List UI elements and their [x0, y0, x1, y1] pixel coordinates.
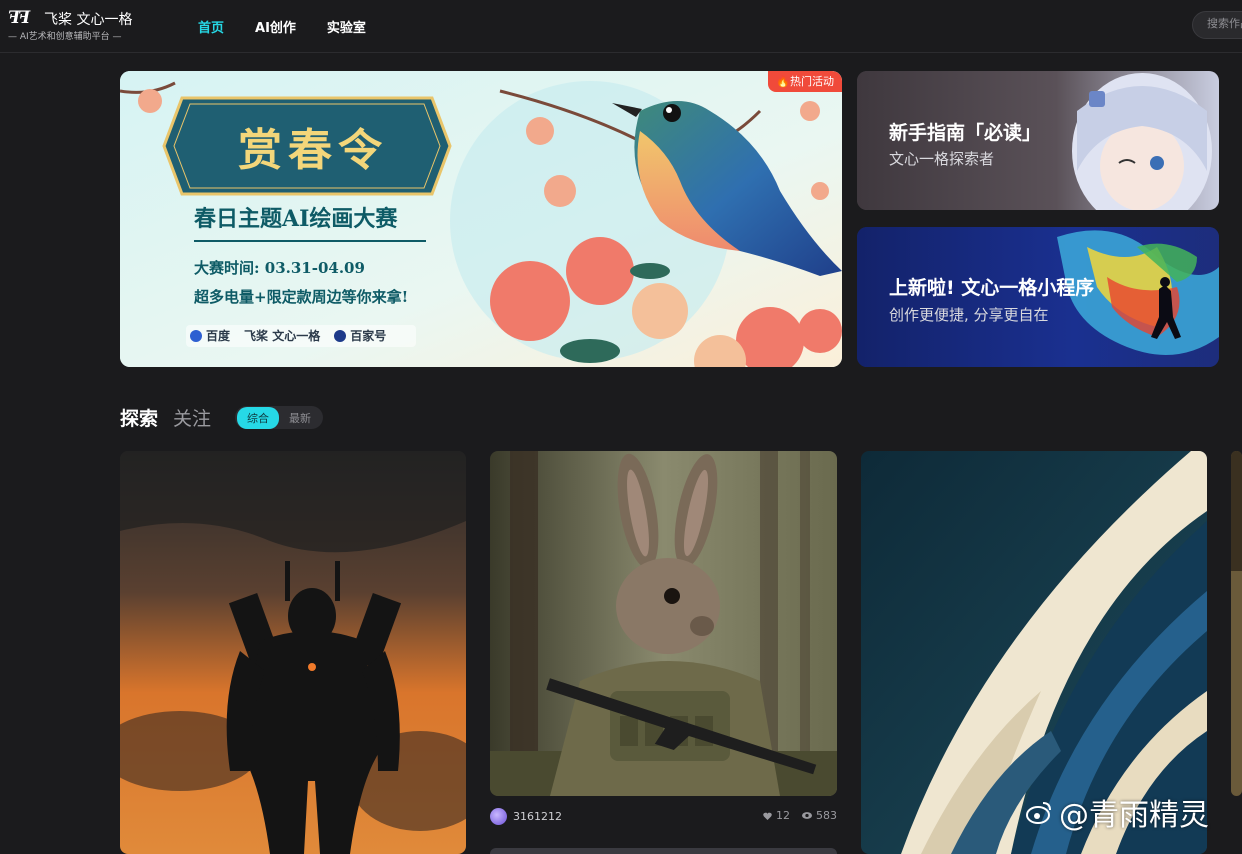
sponsor-baidu: 百度 [190, 327, 230, 344]
card-stats: 12 583 [763, 809, 837, 822]
contest-sign-title: 赏春令 [238, 125, 388, 176]
nav-lab[interactable]: 实验室 [327, 17, 366, 36]
weibo-icon [1026, 802, 1051, 824]
sponsor-baidu-label: 百度 [206, 329, 231, 343]
search-input[interactable] [1205, 16, 1242, 31]
like-stat[interactable]: 12 [763, 809, 790, 822]
explore-tabs: 探索 关注 综合 最新 [120, 404, 324, 431]
sponsor-baijiahao: 百家号 [334, 327, 386, 344]
sort-toggle: 综合 最新 [235, 406, 324, 429]
search-box[interactable] [1192, 11, 1242, 39]
miniprogram-subtitle: 创作更便捷, 分享更自在 [889, 306, 1049, 324]
view-stat: 583 [802, 809, 837, 822]
partial-artwork-image [1231, 451, 1242, 796]
rabbit-artwork-image [490, 451, 837, 796]
guide-banner[interactable]: 新手指南「必读」 文心一格探索者 [857, 71, 1219, 210]
tab-follow[interactable]: 关注 [173, 404, 211, 431]
card-footer: 3161212 12 583 [490, 806, 837, 828]
nav-home[interactable]: 首页 [198, 17, 224, 36]
sponsor-baijiahao-label: 百家号 [350, 329, 387, 343]
miniprogram-title: 上新啦! 文心一格小程序 [889, 277, 1095, 299]
logo-mark: ꟻꟻ [8, 8, 30, 28]
contest-prize: 超多电量+限定款周边等你来拿! [194, 288, 409, 306]
like-count: 12 [776, 809, 790, 822]
sort-comprehensive[interactable]: 综合 [237, 406, 280, 429]
logo-name: 飞桨 文心一格 [44, 12, 133, 28]
robot-artwork-image [120, 451, 466, 854]
contest-sign: 赏春令 [172, 96, 454, 192]
hot-event-badge: 🔥热门活动 [768, 71, 842, 92]
next-card-peek [490, 848, 837, 854]
artwork-card-robot[interactable] [120, 451, 466, 854]
sort-latest[interactable]: 最新 [279, 407, 321, 429]
baijiahao-icon [334, 329, 347, 342]
contest-date: 大赛时间: 03.31-04.09 [194, 259, 365, 277]
contest-divider [194, 240, 426, 242]
artwork-card-partial[interactable] [1231, 451, 1242, 796]
nav-ai-create[interactable]: AI创作 [255, 17, 296, 36]
site-logo[interactable]: ꟻꟻ 飞桨 文心一格 — AI艺术和创意辅助平台 — [8, 6, 138, 46]
top-header: ꟻꟻ 飞桨 文心一格 — AI艺术和创意辅助平台 — 首页 AI创作 实验室 [0, 0, 1242, 53]
author-name[interactable]: 3161212 [513, 810, 562, 823]
avatar[interactable] [490, 808, 507, 825]
guide-title: 新手指南「必读」 [889, 122, 1042, 144]
sponsor-logos: 百度 飞桨 文心一格 百家号 [190, 327, 386, 344]
sponsor-yige: 飞桨 文心一格 [244, 327, 320, 344]
guide-subtitle: 文心一格探索者 [889, 150, 995, 168]
miniprogram-banner[interactable]: 上新啦! 文心一格小程序 创作更便捷, 分享更自在 [857, 227, 1219, 367]
sponsor-yige-label: 飞桨 文心一格 [244, 329, 321, 343]
baidu-paw-icon [190, 329, 202, 342]
view-count: 583 [816, 809, 837, 822]
contest-title: 春日主题AI绘画大赛 [194, 206, 398, 232]
artwork-card-rabbit[interactable] [490, 451, 837, 796]
contest-banner[interactable]: 🔥热门活动 赏春令 春日主题AI绘画大赛 大赛时间: 03.31-04.09 超… [120, 71, 842, 367]
tab-explore[interactable]: 探索 [120, 404, 158, 431]
watermark: @青雨精灵 [1025, 790, 1209, 834]
logo-subtitle: — AI艺术和创意辅助平台 — [8, 32, 122, 42]
heart-icon [763, 812, 772, 820]
main-nav: 首页 AI创作 实验室 [198, 17, 366, 36]
eye-icon [802, 812, 812, 819]
watermark-text: @青雨精灵 [1059, 798, 1209, 833]
